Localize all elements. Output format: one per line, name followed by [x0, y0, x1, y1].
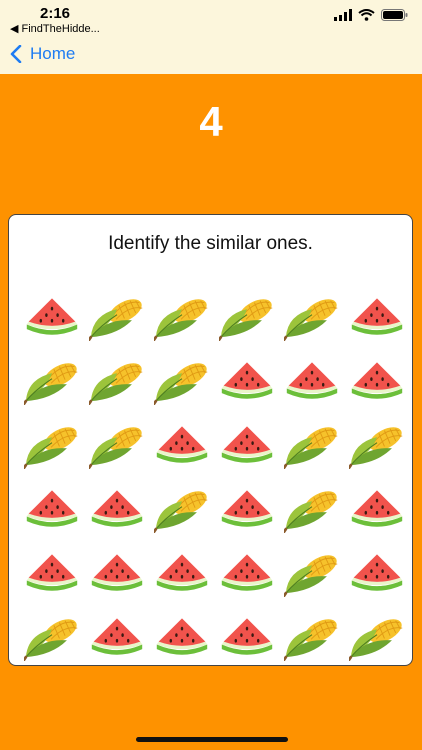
watermelon-icon	[154, 424, 210, 466]
watermelon-icon	[89, 488, 145, 530]
watermelon-icon	[154, 616, 210, 658]
watermelon-icon	[89, 616, 145, 658]
grid-cell-corn[interactable]	[279, 285, 344, 349]
grid-cell-watermelon[interactable]	[344, 349, 409, 413]
watermelon-icon	[24, 552, 80, 594]
grid-cell-watermelon[interactable]	[84, 477, 149, 541]
corn-icon	[284, 550, 340, 597]
grid-cell-watermelon[interactable]	[214, 349, 279, 413]
grid-cell-watermelon[interactable]	[84, 541, 149, 605]
corn-icon	[349, 422, 405, 469]
corn-icon	[89, 358, 145, 405]
corn-icon	[284, 422, 340, 469]
signal-icon	[334, 9, 352, 21]
corn-icon	[24, 358, 80, 405]
wifi-icon	[358, 9, 375, 21]
grid-cell-corn[interactable]	[84, 285, 149, 349]
corn-icon	[24, 422, 80, 469]
round-counter: 4	[199, 98, 223, 145]
battery-icon	[381, 9, 408, 21]
grid-cell-corn[interactable]	[214, 285, 279, 349]
home-indicator	[136, 737, 288, 742]
corn-icon	[89, 422, 145, 469]
grid-cell-watermelon[interactable]	[214, 605, 279, 669]
home-back-label: Home	[30, 44, 76, 63]
corn-icon	[219, 294, 275, 341]
puzzle-prompt: Identify the similar ones.	[108, 233, 313, 254]
corn-icon	[24, 614, 80, 661]
grid-cell-watermelon[interactable]	[149, 605, 214, 669]
grid-cell-watermelon[interactable]	[214, 413, 279, 477]
watermelon-icon	[219, 488, 275, 530]
home-back-button[interactable]: Home	[10, 44, 75, 64]
corn-icon	[154, 486, 210, 533]
grid-cell-watermelon[interactable]	[149, 541, 214, 605]
grid-cell-corn[interactable]	[279, 477, 344, 541]
grid-cell-corn[interactable]	[149, 285, 214, 349]
grid-cell-corn[interactable]	[84, 349, 149, 413]
corn-icon	[284, 294, 340, 341]
chevron-left-icon	[10, 45, 22, 63]
grid-cell-corn[interactable]	[19, 349, 84, 413]
watermelon-icon	[24, 296, 80, 338]
status-icons	[334, 9, 408, 21]
grid-cell-watermelon[interactable]	[214, 541, 279, 605]
grid-cell-watermelon[interactable]	[19, 541, 84, 605]
grid-cell-corn[interactable]	[279, 541, 344, 605]
grid-cell-corn[interactable]	[149, 477, 214, 541]
corn-icon	[89, 294, 145, 341]
grid-cell-corn[interactable]	[344, 413, 409, 477]
watermelon-icon	[219, 424, 275, 466]
grid-cell-watermelon[interactable]	[149, 413, 214, 477]
grid-cell-corn[interactable]	[279, 605, 344, 669]
grid-cell-watermelon[interactable]	[19, 477, 84, 541]
status-bar: 2:16 ◀ FindTheHidde... Home	[0, 0, 422, 74]
grid-cell-corn[interactable]	[19, 413, 84, 477]
corn-icon	[284, 614, 340, 661]
grid-cell-corn[interactable]	[19, 605, 84, 669]
grid-cell-watermelon[interactable]	[344, 285, 409, 349]
corn-icon	[349, 614, 405, 661]
grid-cell-watermelon[interactable]	[84, 605, 149, 669]
watermelon-icon	[89, 552, 145, 594]
watermelon-icon	[284, 360, 340, 402]
puzzle-card: Identify the similar ones.	[8, 214, 413, 666]
grid-cell-corn[interactable]	[279, 413, 344, 477]
grid-cell-corn[interactable]	[344, 605, 409, 669]
corn-icon	[284, 486, 340, 533]
watermelon-icon	[349, 296, 405, 338]
grid-cell-watermelon[interactable]	[344, 477, 409, 541]
watermelon-icon	[219, 616, 275, 658]
grid-cell-watermelon[interactable]	[214, 477, 279, 541]
grid-cell-corn[interactable]	[149, 349, 214, 413]
watermelon-icon	[349, 360, 405, 402]
corn-icon	[154, 358, 210, 405]
watermelon-icon	[219, 360, 275, 402]
grid-cell-watermelon[interactable]	[19, 285, 84, 349]
corn-icon	[154, 294, 210, 341]
status-time: 2:16	[40, 5, 71, 22]
back-to-app-link[interactable]: ◀ FindTheHidde...	[10, 22, 100, 35]
watermelon-icon	[24, 488, 80, 530]
watermelon-icon	[349, 488, 405, 530]
fruit-grid	[19, 285, 409, 669]
grid-cell-corn[interactable]	[84, 413, 149, 477]
grid-cell-watermelon[interactable]	[344, 541, 409, 605]
grid-cell-watermelon[interactable]	[279, 349, 344, 413]
watermelon-icon	[219, 552, 275, 594]
watermelon-icon	[349, 552, 405, 594]
watermelon-icon	[154, 552, 210, 594]
